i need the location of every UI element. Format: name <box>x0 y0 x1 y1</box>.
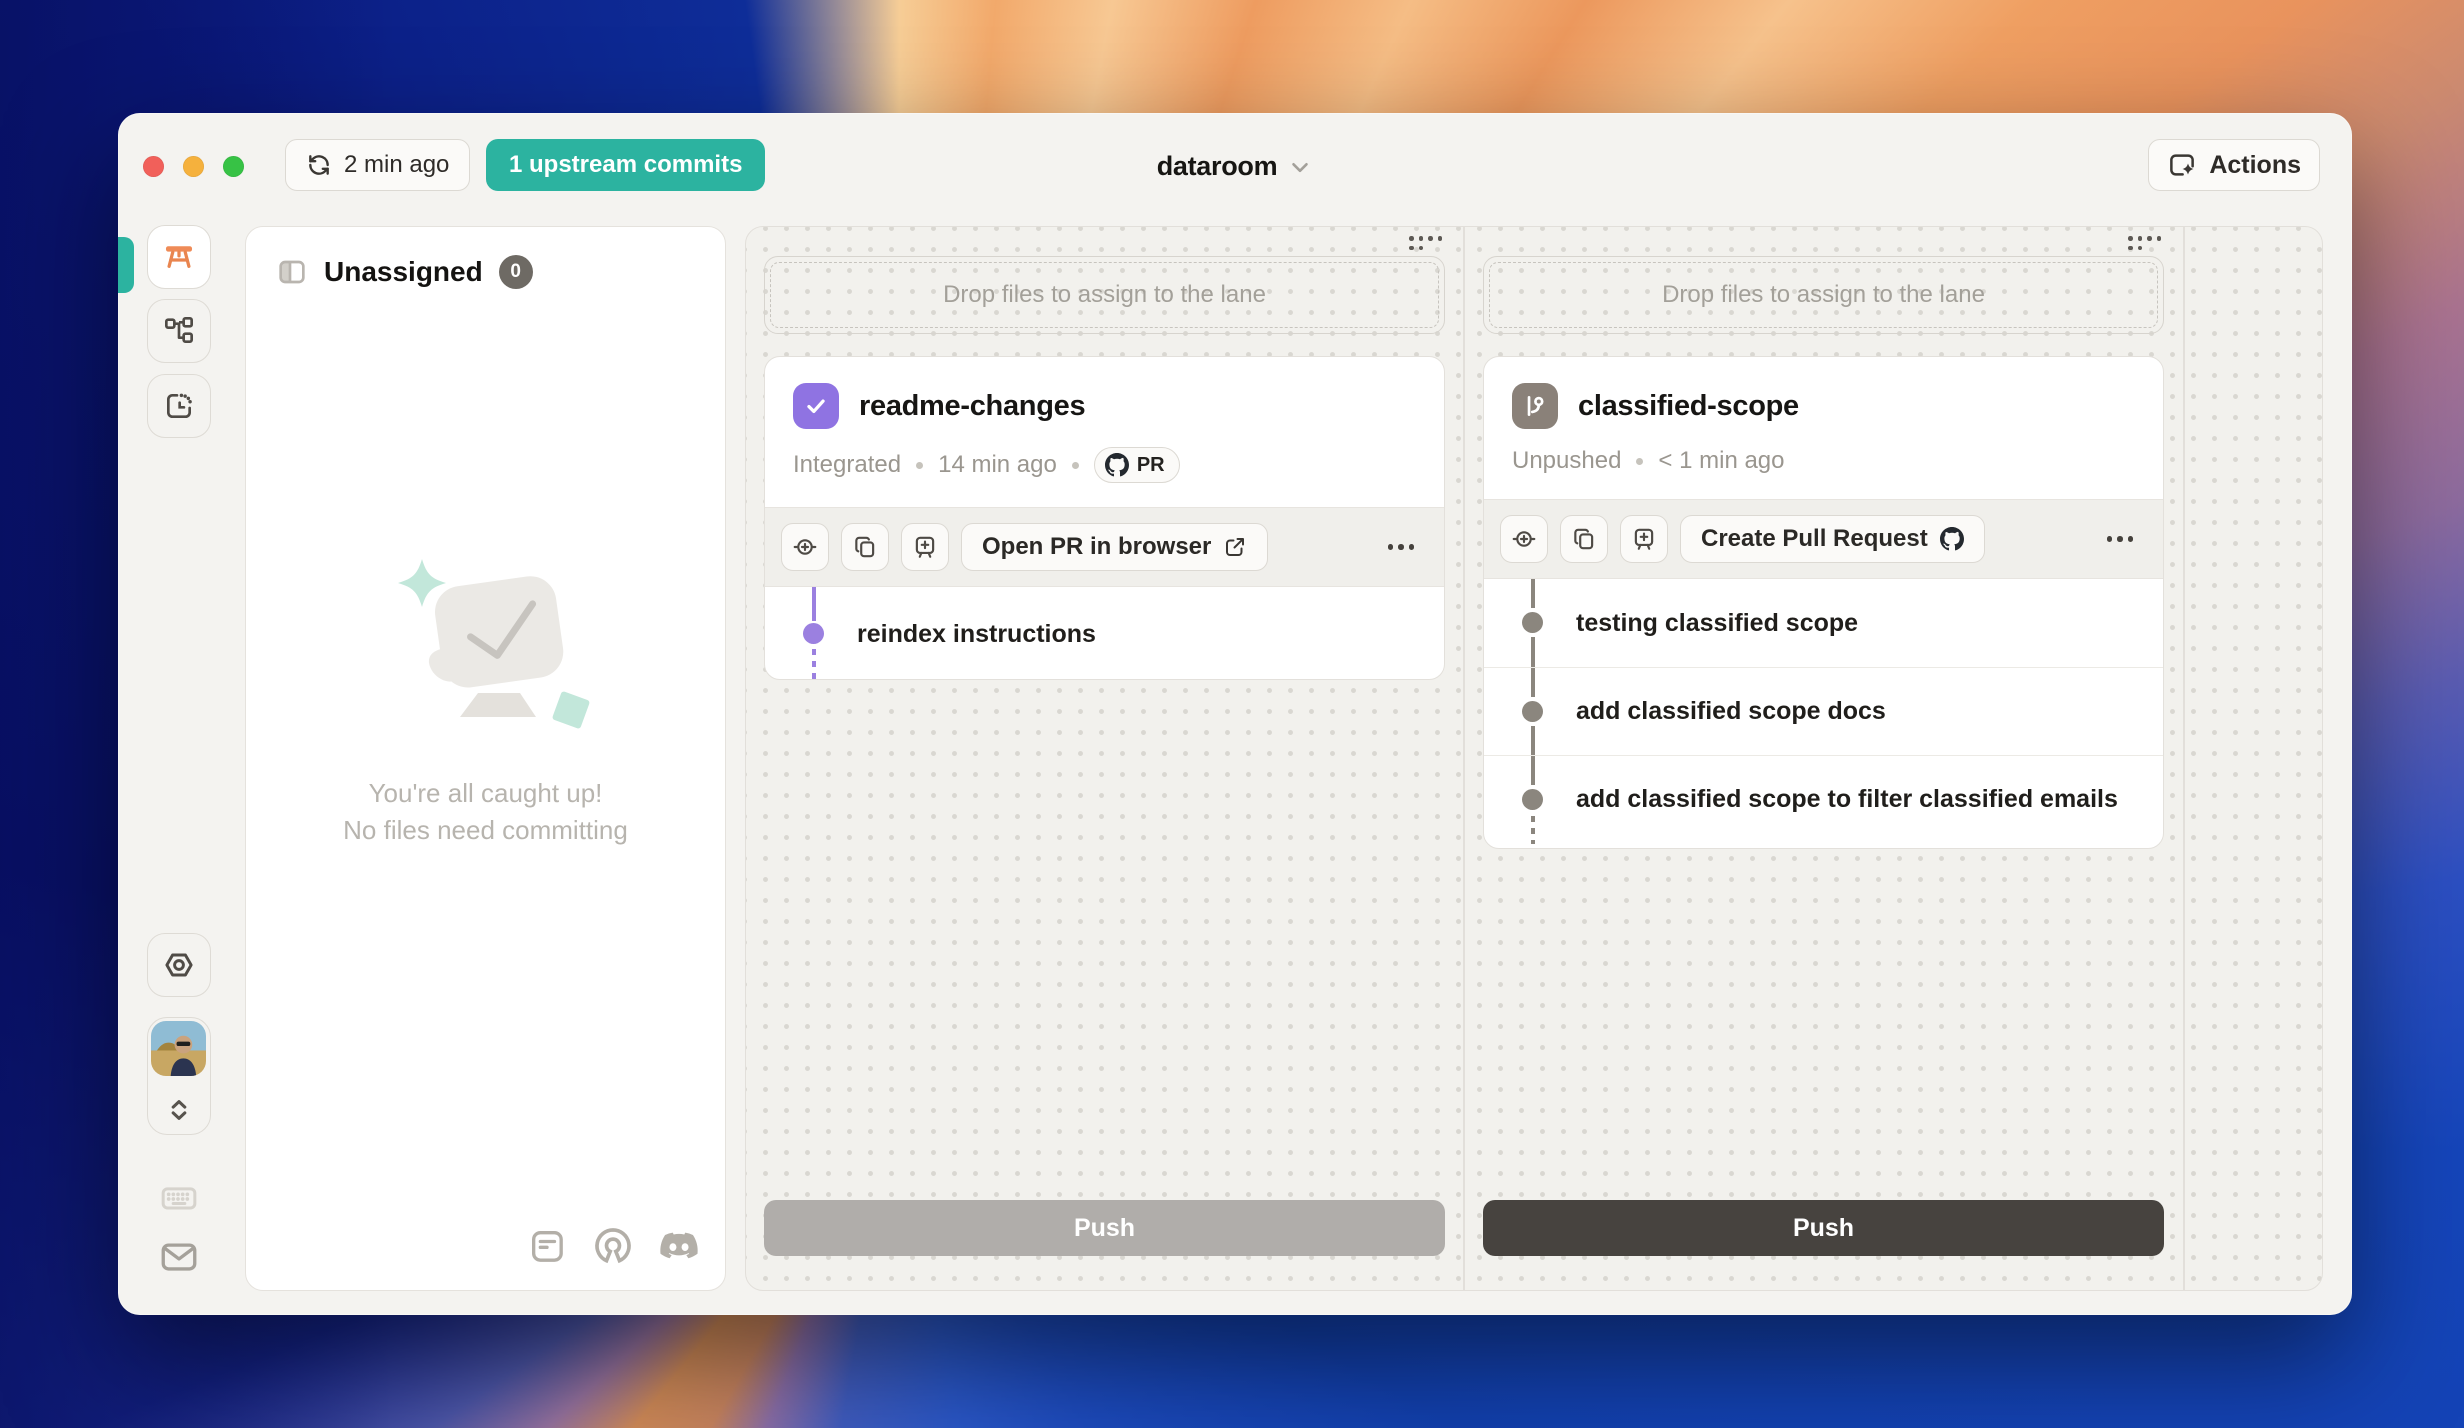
commit-graph-dot <box>1522 612 1543 633</box>
create-pull-request-button[interactable]: Create Pull Request <box>1680 515 1985 563</box>
lane-classified-scope: Drop files to assign to the lane classif… <box>1465 227 2182 1290</box>
commit-message: add classified scope to filter classifie… <box>1576 785 2118 814</box>
commit-graph-dot <box>803 623 824 644</box>
commit-row[interactable]: add classified scope to filter classifie… <box>1484 755 2163 843</box>
local-branch-icon <box>1512 383 1558 429</box>
actions-button[interactable]: Actions <box>2148 139 2320 191</box>
commit-button[interactable] <box>781 523 829 571</box>
commit-graph-dot <box>1522 789 1543 810</box>
actions-label: Actions <box>2209 151 2301 180</box>
commit-message: reindex instructions <box>857 620 1096 649</box>
push-button-disabled[interactable]: Push <box>764 1200 1445 1256</box>
commit-graph-line <box>1531 668 1535 697</box>
unassigned-title: Unassigned <box>324 256 483 288</box>
history-clock-icon <box>163 390 195 422</box>
dot-separator <box>1072 462 1079 469</box>
keyboard-shortcuts-button[interactable] <box>157 1176 201 1220</box>
lane-readme-changes: Drop files to assign to the lane readme-… <box>746 227 1463 1290</box>
commit-graph-line <box>1531 637 1535 667</box>
new-dependent-branch-button[interactable] <box>1620 515 1668 563</box>
create-pr-label: Create Pull Request <box>1701 525 1928 553</box>
avatar <box>151 1021 206 1076</box>
commit-row[interactable]: reindex instructions <box>765 587 1444 680</box>
profile-selector-chevrons-icon <box>148 1096 210 1124</box>
branch-card-readme-changes: readme-changes Integrated 14 min ago PR <box>764 356 1445 680</box>
actions-sparkle-icon <box>2167 150 2197 180</box>
pr-badge[interactable]: PR <box>1094 447 1180 483</box>
open-pr-in-browser-button[interactable]: Open PR in browser <box>961 523 1268 571</box>
pr-badge-label: PR <box>1137 454 1165 477</box>
commit-graph-line-dashed <box>812 649 816 680</box>
commit-graph-line <box>1531 756 1535 785</box>
commit-message: add classified scope docs <box>1576 697 1886 726</box>
mail-icon <box>158 1236 200 1278</box>
commit-graph-line <box>1531 579 1535 608</box>
unassigned-count-badge: 0 <box>499 255 533 289</box>
commit-graph-dot <box>1522 701 1543 722</box>
lane-drag-handle[interactable] <box>1409 236 1443 250</box>
dot-separator <box>916 462 923 469</box>
branch-card-classified-scope: classified-scope Unpushed < 1 min ago <box>1483 356 2164 849</box>
branch-time: 14 min ago <box>938 451 1057 479</box>
commit-graph-line <box>1531 726 1535 756</box>
dot-separator <box>1636 458 1643 465</box>
branch-status: Integrated <box>793 451 901 479</box>
project-selector[interactable]: dataroom <box>118 151 2352 182</box>
branch-toolbar: Open PR in browser <box>765 507 1444 587</box>
branches-icon <box>163 315 195 347</box>
branch-toolbar: Create Pull Request <box>1484 499 2163 579</box>
sidebar-item-workspace[interactable] <box>147 225 211 289</box>
commit-button[interactable] <box>1500 515 1548 563</box>
branch-status: Unpushed <box>1512 447 1621 475</box>
lane-empty <box>2185 227 2324 1290</box>
workbench-icon <box>162 240 196 274</box>
copy-branch-button[interactable] <box>841 523 889 571</box>
file-drop-zone[interactable]: Drop files to assign to the lane <box>764 256 1445 334</box>
github-icon <box>1940 527 1964 551</box>
external-link-icon <box>1223 535 1247 559</box>
commit-graph-line <box>812 587 816 621</box>
sidebar-item-settings[interactable] <box>147 933 211 997</box>
discord-button[interactable] <box>657 1224 701 1268</box>
commit-row[interactable]: testing classified scope <box>1484 579 2163 667</box>
push-button[interactable]: Push <box>1483 1200 2164 1256</box>
profile-switcher[interactable] <box>147 1017 211 1135</box>
lane-drag-handle[interactable] <box>2128 236 2162 250</box>
commit-graph-line-dashed <box>1531 816 1535 844</box>
branch-name[interactable]: classified-scope <box>1578 390 1799 423</box>
share-feedback-button[interactable] <box>525 1224 569 1268</box>
drop-hint: Drop files to assign to the lane <box>1662 281 1985 309</box>
more-options-button[interactable] <box>2093 522 2148 556</box>
keyboard-icon <box>159 1178 199 1218</box>
feedback-mail-button[interactable] <box>157 1235 201 1279</box>
open-pr-label: Open PR in browser <box>982 533 1211 561</box>
branch-time: < 1 min ago <box>1658 447 1784 475</box>
new-dependent-branch-button[interactable] <box>901 523 949 571</box>
file-drop-zone[interactable]: Drop files to assign to the lane <box>1483 256 2164 334</box>
panel-footer <box>525 1224 701 1268</box>
sidebar-item-branches[interactable] <box>147 299 211 363</box>
more-options-button[interactable] <box>1374 530 1429 564</box>
branch-name[interactable]: readme-changes <box>859 390 1085 423</box>
empty-state: You're all caught up! No files need comm… <box>246 545 725 849</box>
caught-up-illustration <box>246 545 725 775</box>
open-source-button[interactable] <box>591 1224 635 1268</box>
split-view-icon <box>276 256 308 288</box>
integrated-branch-icon <box>793 383 839 429</box>
commit-row[interactable]: add classified scope docs <box>1484 667 2163 755</box>
settings-nut-icon <box>163 949 195 981</box>
empty-state-title: You're all caught up! <box>246 775 725 812</box>
chevron-down-icon <box>1287 154 1313 180</box>
copy-branch-button[interactable] <box>1560 515 1608 563</box>
sidebar-item-history[interactable] <box>147 374 211 438</box>
lanes-viewport: Drop files to assign to the lane readme-… <box>745 226 2323 1291</box>
drop-hint: Drop files to assign to the lane <box>943 281 1266 309</box>
app-window: 2 min ago 1 upstream commits dataroom Ac… <box>118 113 2352 1315</box>
empty-state-subtitle: No files need committing <box>246 812 725 849</box>
teal-edge-notch <box>118 237 134 293</box>
unassigned-panel: Unassigned 0 You're all caught up! No fi… <box>245 226 726 1291</box>
commit-message: testing classified scope <box>1576 609 1858 638</box>
project-title: dataroom <box>1157 151 1278 182</box>
